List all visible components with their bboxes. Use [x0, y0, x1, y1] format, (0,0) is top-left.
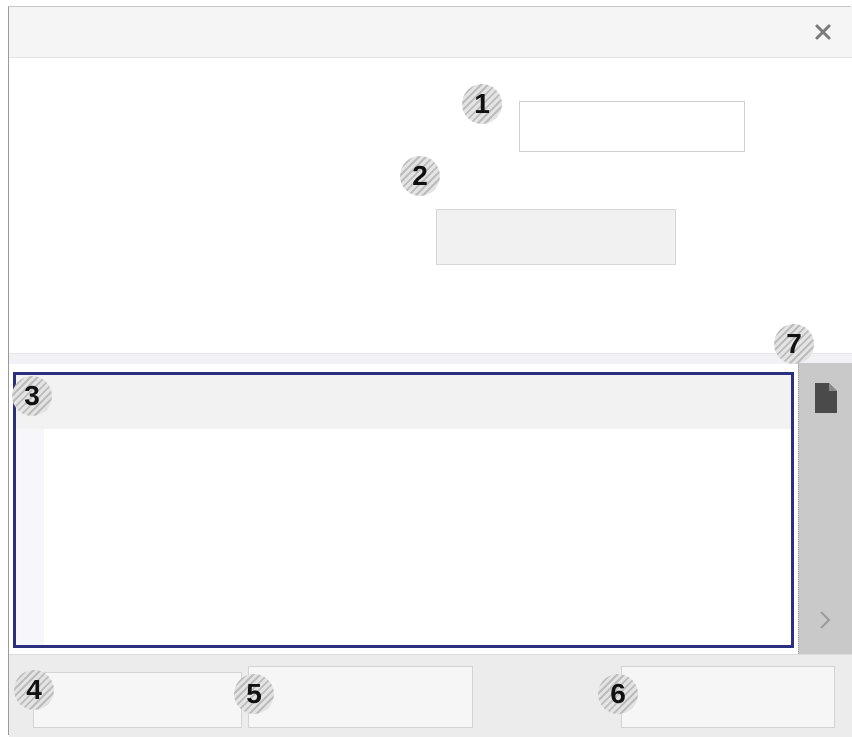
- close-button[interactable]: [810, 19, 836, 45]
- close-icon: [815, 24, 831, 40]
- bottom-button-5[interactable]: [248, 666, 473, 728]
- list-panel[interactable]: [13, 372, 794, 648]
- list-gutter: [16, 429, 44, 645]
- dialog-window: [8, 6, 852, 737]
- bottom-button-4[interactable]: [33, 672, 242, 728]
- action-button[interactable]: [436, 209, 676, 265]
- list-header: [16, 375, 791, 429]
- text-input-field[interactable]: [519, 101, 745, 152]
- bottom-bar: [9, 654, 852, 737]
- section-divider: [9, 353, 852, 364]
- list-body[interactable]: [44, 429, 791, 645]
- side-panel[interactable]: [798, 363, 852, 654]
- document-icon[interactable]: [813, 381, 839, 415]
- title-bar: [9, 7, 852, 58]
- bottom-button-6[interactable]: [621, 666, 835, 728]
- chevron-right-icon[interactable]: [816, 609, 834, 631]
